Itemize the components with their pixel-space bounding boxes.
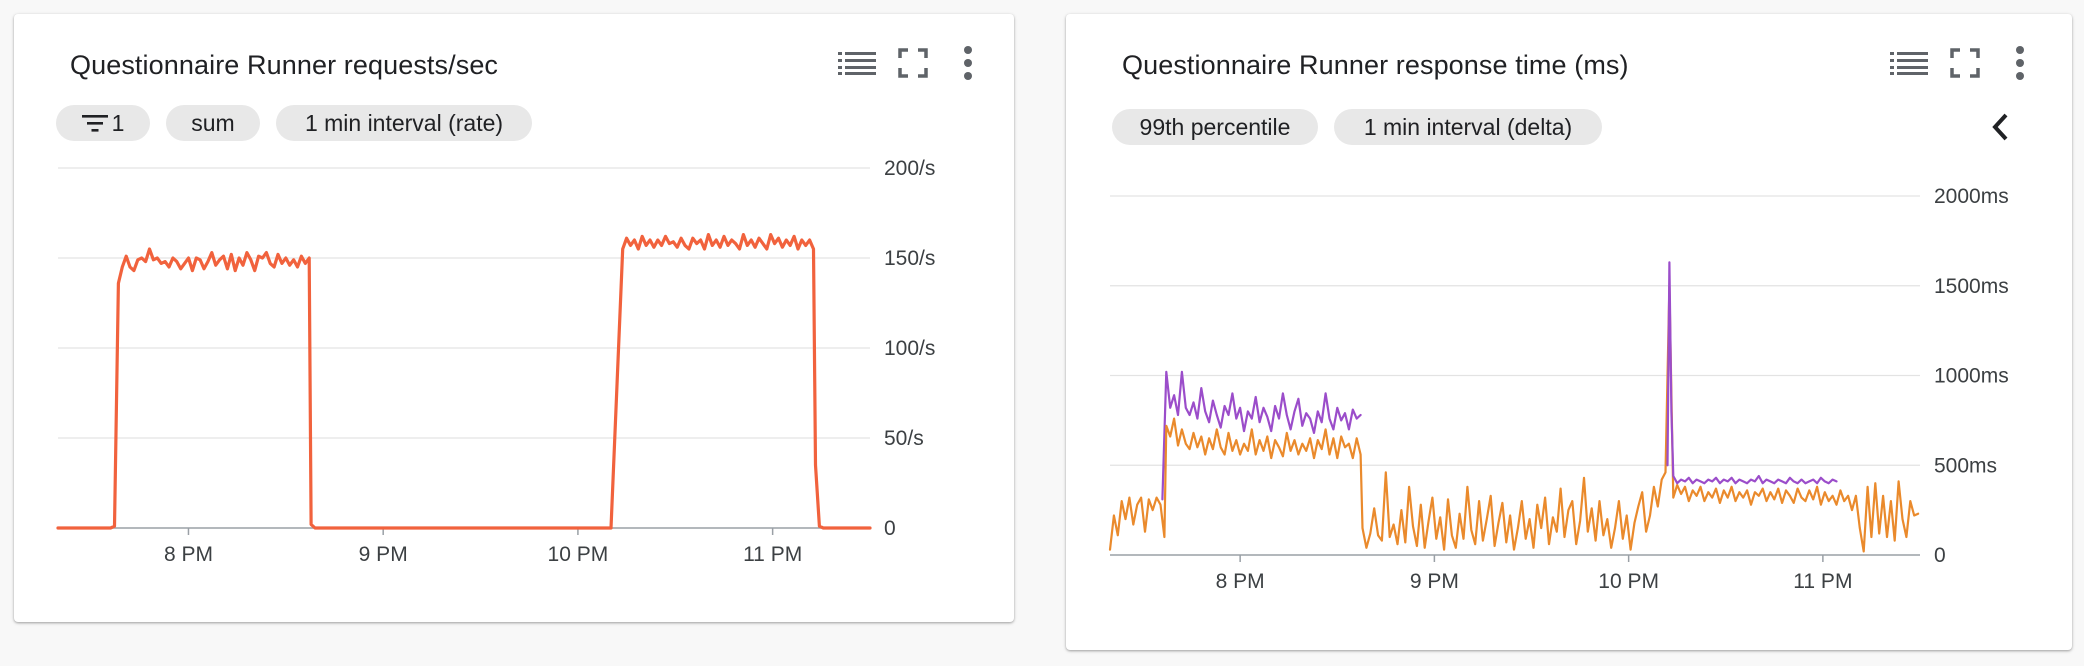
- requests-line-chart: 0 50/s 100/s 150/s 200/s 8 PM 9 PM 10 PM 11 PM: [56, 157, 935, 566]
- y-tick-label: 0: [884, 517, 896, 540]
- x-tick-label: 8 PM: [1216, 570, 1265, 593]
- y-tick-label: 1500ms: [1934, 275, 2009, 298]
- series-line-orange-1: [1108, 284, 1920, 553]
- requests-chart-card: Questionnaire Runner requests/sec 1 sum …: [14, 14, 1014, 622]
- x-tick-label: 10 PM: [1598, 570, 1659, 593]
- series-line-purple-2: [1666, 261, 1838, 485]
- x-tick-label: 11 PM: [743, 543, 802, 566]
- y-tick-label: 200/s: [884, 157, 935, 180]
- x-tick-label: 10 PM: [548, 543, 609, 566]
- y-tick-label: 500ms: [1934, 454, 1997, 477]
- series-line-requests-0: [56, 233, 872, 530]
- x-tick-label: 11 PM: [1793, 570, 1852, 593]
- response-time-chart-card: Questionnaire Runner response time (ms) …: [1066, 14, 2072, 650]
- x-tick-label: 9 PM: [359, 543, 408, 566]
- x-tick-label: 9 PM: [1410, 570, 1459, 593]
- y-tick-label: 2000ms: [1934, 185, 2009, 208]
- response-time-line-chart: 0 500ms 1000ms 1500ms 2000ms 8 PM 9 PM 10 PM 11 …: [1108, 185, 2009, 593]
- y-tick-label: 100/s: [884, 337, 935, 360]
- y-tick-label: 0: [1934, 544, 1946, 567]
- y-tick-label: 1000ms: [1934, 365, 2009, 388]
- y-tick-label: 50/s: [884, 427, 924, 450]
- x-tick-label: 8 PM: [164, 543, 213, 566]
- y-tick-label: 150/s: [884, 247, 935, 270]
